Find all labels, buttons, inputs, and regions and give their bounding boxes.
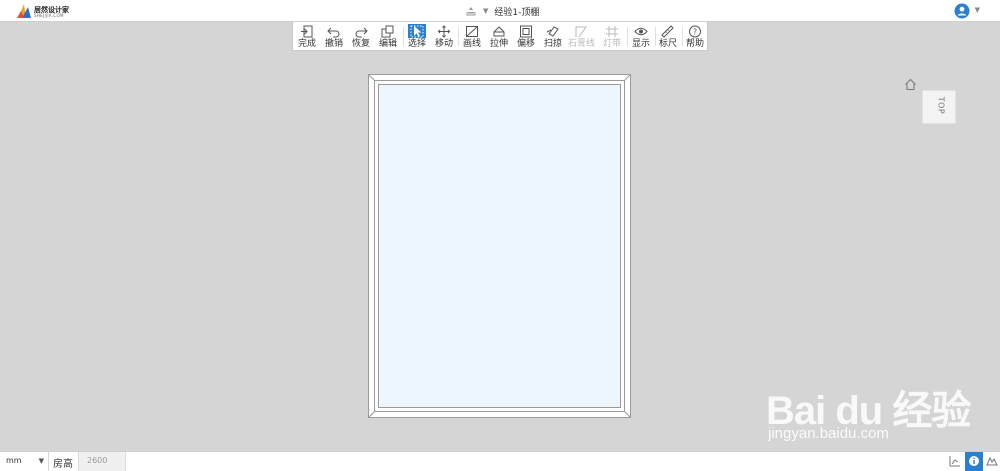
plan-view-button[interactable]: [946, 452, 964, 471]
main-toolbar: 完成 撤销 恢复 编辑 选择 移动 画线 拉伸 偏移 扫掠 石膏线 灯带 显示 …: [292, 22, 708, 51]
corner-line: [624, 75, 630, 81]
redo-icon: [355, 27, 368, 38]
tool-plaster-line-button[interactable]: 石膏线: [568, 24, 596, 50]
edit-icon: [381, 25, 394, 38]
info-icon: [969, 456, 979, 466]
tool-label: 标尺: [658, 39, 677, 49]
chevron-down-icon: ▼: [38, 457, 44, 465]
ceiling-surface[interactable]: [378, 84, 621, 408]
tool-display-button[interactable]: 显示: [628, 24, 654, 50]
tool-label: 选择: [407, 39, 426, 49]
tool-label: 画线: [462, 39, 481, 49]
tool-label: 拉伸: [489, 39, 508, 49]
ruler-icon: [661, 25, 674, 38]
tool-sweep-button[interactable]: 扫掠: [540, 24, 566, 50]
help-icon: ?: [689, 25, 701, 38]
room-height-value: 2600: [87, 456, 108, 465]
offset-icon: [520, 25, 532, 38]
light-strip-icon: [606, 26, 618, 37]
tool-ruler-button[interactable]: 标尺: [655, 24, 681, 50]
status-bar: mm ▼ 房高 2600: [0, 451, 1000, 471]
tool-label: 恢复: [351, 39, 370, 49]
tool-label: 石膏线: [568, 39, 596, 49]
tool-edit-button[interactable]: 编辑: [375, 24, 401, 50]
3d-view-button[interactable]: [983, 452, 1000, 471]
unit-value: mm: [6, 456, 22, 465]
tool-label: 撤销: [324, 39, 343, 49]
plaster-line-icon: [575, 26, 587, 38]
tool-label: 扫掠: [543, 39, 562, 49]
undo-icon: [327, 27, 340, 38]
tool-help-button[interactable]: ? 帮助: [682, 24, 708, 50]
tool-move-button[interactable]: 移动: [431, 24, 457, 50]
eye-icon: [634, 27, 648, 36]
room-height-label: 房高: [53, 459, 73, 470]
app-logo[interactable]: 居然设计家 SHEJIJIA.COM: [16, 3, 76, 19]
sweep-icon: [546, 26, 559, 37]
chevron-down-icon[interactable]: ▼: [483, 7, 488, 15]
select-icon-box: [408, 24, 426, 38]
document-title-group[interactable]: ▼ 经验1-顶棚: [465, 3, 539, 19]
tool-offset-button[interactable]: 偏移: [513, 24, 539, 50]
tool-light-strip-button[interactable]: 灯带: [599, 24, 625, 50]
tool-redo-button[interactable]: 恢复: [348, 24, 374, 50]
tool-label: 显示: [631, 39, 650, 49]
watermark-url: jingyan.baidu.com: [768, 425, 889, 442]
extrude-icon: [493, 26, 505, 37]
tool-select-button[interactable]: 选择: [404, 24, 430, 50]
user-menu-chevron-icon[interactable]: ▼: [975, 6, 980, 14]
tool-label: 偏移: [516, 39, 535, 49]
done-icon: [301, 25, 313, 38]
tool-undo-button[interactable]: 撤销: [321, 24, 347, 50]
tool-label: 编辑: [378, 39, 397, 49]
corner-line: [624, 411, 630, 417]
corner-line: [369, 411, 375, 417]
unit-select[interactable]: mm ▼: [0, 452, 49, 471]
plan-view-icon: [949, 456, 960, 467]
select-icon: [410, 25, 424, 38]
info-view-button[interactable]: [965, 452, 983, 471]
tool-extrude-button[interactable]: 拉伸: [486, 24, 512, 50]
logo-icon: [17, 4, 31, 18]
logo-subtitle: SHEJIJIA.COM: [34, 13, 64, 18]
user-avatar-icon[interactable]: [954, 3, 970, 19]
perspective-icon: [986, 456, 998, 466]
tool-label: 移动: [434, 39, 453, 49]
tool-label: 帮助: [685, 39, 704, 49]
document-title: 经验1-顶棚: [494, 7, 540, 18]
tool-label: 灯带: [602, 39, 621, 49]
svg-text:?: ?: [693, 28, 697, 37]
move-icon: [437, 25, 451, 38]
corner-line: [369, 75, 375, 81]
tool-done-button[interactable]: 完成: [294, 24, 320, 50]
view-cube-label: TOP: [936, 96, 946, 115]
top-header: 居然设计家 SHEJIJIA.COM ▼ 经验1-顶棚 ▼: [0, 0, 1000, 22]
view-cube-top[interactable]: TOP: [922, 90, 956, 124]
tool-label: 完成: [297, 39, 316, 49]
save-icon[interactable]: [465, 5, 477, 17]
ceiling-frame: [374, 80, 625, 412]
home-view-icon[interactable]: [904, 78, 917, 91]
room-height-input[interactable]: 2600: [78, 452, 126, 471]
tool-draw-line-button[interactable]: 画线: [459, 24, 485, 50]
ceiling-outline[interactable]: [368, 74, 631, 418]
draw-line-icon: [466, 26, 478, 37]
